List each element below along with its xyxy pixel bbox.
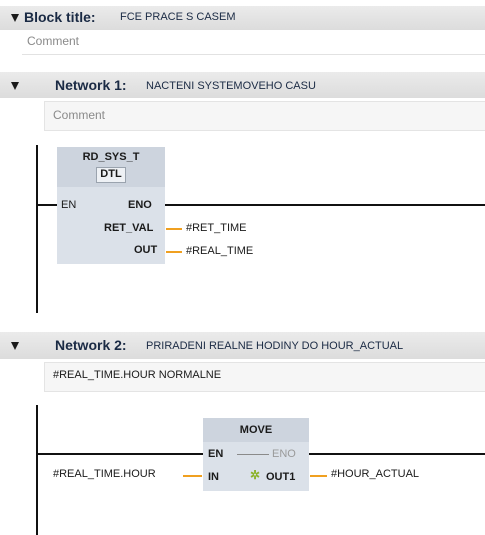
rd-sys-t-type[interactable]: DTL <box>96 168 126 180</box>
hour-actual-operand[interactable]: #HOUR_ACTUAL <box>331 468 419 480</box>
block-comment-divider <box>22 54 485 55</box>
in-assignment-wire <box>183 475 202 477</box>
rd-sys-t-name: RD_SYS_T <box>82 151 140 163</box>
move-en-eno-link <box>237 454 269 455</box>
asterisk-star-icon: ✲ <box>250 468 261 482</box>
real-time-operand[interactable]: #REAL_TIME <box>186 245 253 257</box>
move-in-pin: IN <box>208 471 219 483</box>
out-assignment-wire <box>166 251 182 253</box>
network1-eno-wire <box>165 204 485 206</box>
move-eno-pin: ENO <box>272 448 296 460</box>
network2-eno-wire <box>309 453 485 455</box>
rd-sys-t-ret-val-pin: RET_VAL <box>104 222 154 234</box>
network2-power-rail <box>36 405 38 535</box>
ret-time-operand[interactable]: #RET_TIME <box>186 222 247 234</box>
network2-label: Network 2: <box>55 337 127 353</box>
network1-collapse-triangle-icon[interactable] <box>11 82 19 90</box>
network1-title[interactable]: NACTENI SYSTEMOVEHO CASU <box>146 80 316 92</box>
move-name: MOVE <box>239 424 273 436</box>
network1-comment[interactable]: Comment <box>53 108 105 122</box>
rd-sys-t-out-pin: OUT <box>134 244 158 256</box>
network1-power-rail <box>36 145 38 313</box>
network2-collapse-triangle-icon[interactable] <box>11 342 19 350</box>
network1-en-wire <box>37 204 57 206</box>
real-time-hour-operand[interactable]: #REAL_TIME.HOUR <box>53 468 156 480</box>
rd-sys-t-eno-pin: ENO <box>128 199 152 211</box>
network2-en-wire <box>37 453 203 455</box>
network1-comment-box[interactable] <box>44 101 485 131</box>
network1-label: Network 1: <box>55 77 127 93</box>
move-en-pin: EN <box>208 448 224 460</box>
network2-comment[interactable]: #REAL_TIME.HOUR NORMALNE <box>53 369 221 381</box>
block-title-label: Block title: <box>24 9 96 25</box>
out1-assignment-wire <box>310 475 327 477</box>
move-out1-pin: OUT1 <box>266 471 296 483</box>
block-comment[interactable]: Comment <box>27 34 79 48</box>
collapse-triangle-icon[interactable] <box>11 14 19 22</box>
rd-sys-t-en-pin: EN <box>61 199 77 211</box>
ret-val-assignment-wire <box>166 228 182 230</box>
block-title-value[interactable]: FCE PRACE S CASEM <box>120 11 236 23</box>
network2-title[interactable]: PRIRADENI REALNE HODINY DO HOUR_ACTUAL <box>146 340 403 352</box>
